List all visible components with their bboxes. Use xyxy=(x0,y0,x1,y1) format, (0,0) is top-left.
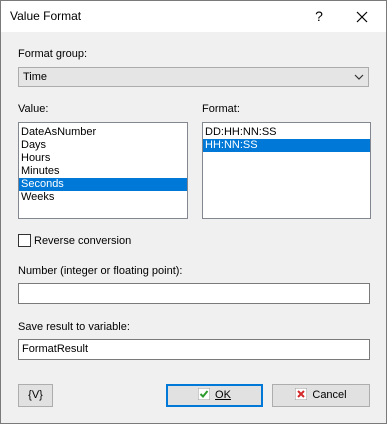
format-group-select[interactable]: Time xyxy=(18,67,369,87)
list-item-selected[interactable]: HH:NN:SS xyxy=(203,139,370,152)
help-button[interactable]: ? xyxy=(302,1,336,32)
ok-button-label: OK xyxy=(215,389,231,401)
ok-button[interactable]: OK xyxy=(166,384,263,407)
close-button[interactable] xyxy=(345,1,379,32)
cancel-x-icon xyxy=(295,388,308,401)
list-item[interactable]: Minutes xyxy=(19,165,187,178)
result-field-label: Save result to variable: xyxy=(18,321,130,333)
checkmark-icon xyxy=(198,388,211,401)
cancel-button-label: Cancel xyxy=(312,389,347,401)
list-item[interactable]: Weeks xyxy=(19,191,187,204)
list-item-selected[interactable]: Seconds xyxy=(19,178,187,191)
reverse-conversion-label[interactable]: Reverse conversion xyxy=(34,235,131,247)
reverse-conversion-checkbox[interactable] xyxy=(18,234,31,247)
insert-variable-button[interactable]: {V} xyxy=(18,384,53,407)
value-listbox[interactable]: DateAsNumber Days Hours Minutes Seconds … xyxy=(18,122,188,219)
list-item[interactable]: DateAsNumber xyxy=(19,126,187,139)
format-group-label: Format group: xyxy=(18,48,88,60)
list-item[interactable]: Days xyxy=(19,139,187,152)
format-listbox[interactable]: DD:HH:NN:SS HH:NN:SS xyxy=(202,122,371,219)
list-item[interactable]: Hours xyxy=(19,152,187,165)
close-icon xyxy=(356,11,368,23)
title-bar: Value Format ? xyxy=(1,1,386,32)
list-item[interactable]: DD:HH:NN:SS xyxy=(203,126,370,139)
number-input[interactable] xyxy=(18,283,370,304)
format-group-selected-value: Time xyxy=(23,71,48,83)
format-list-label: Format: xyxy=(202,103,240,115)
chevron-down-icon xyxy=(354,74,364,80)
cancel-button[interactable]: Cancel xyxy=(272,384,370,407)
value-list-label: Value: xyxy=(18,103,49,115)
window-title: Value Format xyxy=(10,9,82,23)
result-variable-input[interactable]: FormatResult xyxy=(18,339,370,360)
value-format-dialog: Value Format ? Format group: Time Value:… xyxy=(0,0,387,424)
number-field-label: Number (integer or floating point): xyxy=(18,265,183,277)
